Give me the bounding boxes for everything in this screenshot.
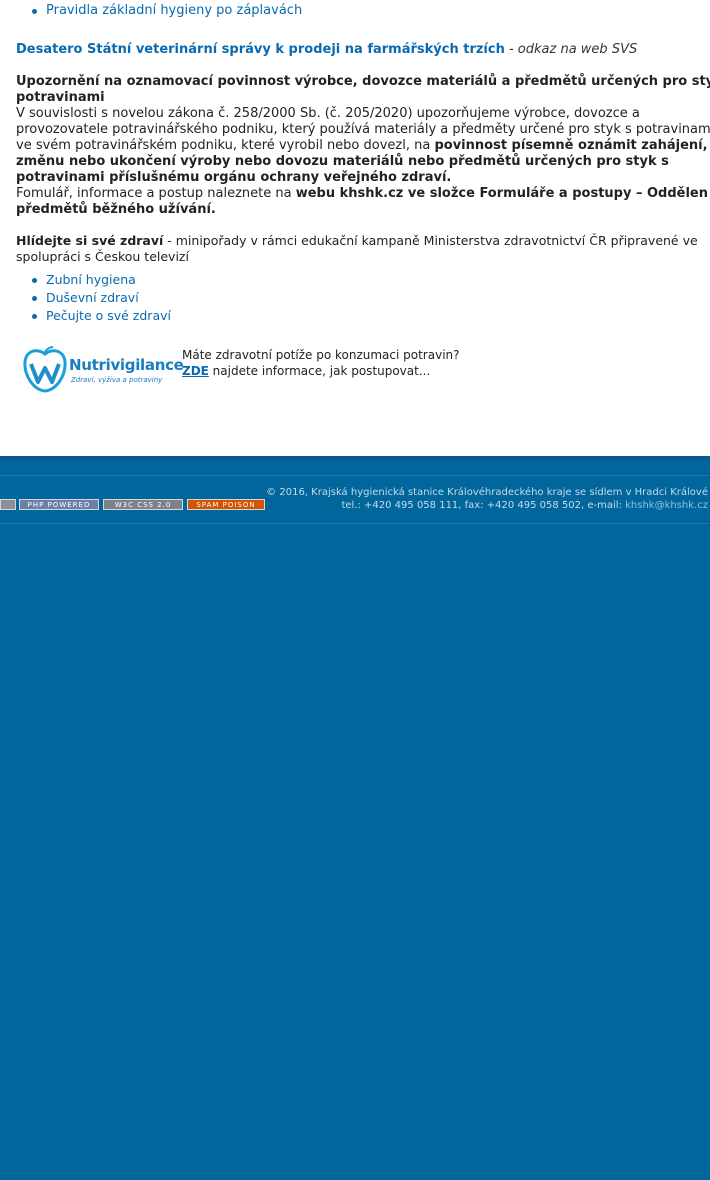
notice-form-text: Fomulář, informace a postup naleznete na [16, 186, 296, 201]
main-content: Pravidla základní hygieny po záplavách D… [0, 0, 710, 456]
link-hygiene-after-floods[interactable]: Pravidla základní hygieny po záplavách [46, 3, 302, 18]
health-line-2: spolupráci s Českou televizí [16, 249, 189, 264]
svs-suffix: - odkaz na web SVS [508, 42, 638, 57]
nutri-rest: najdete informace, jak postupovat... [208, 364, 431, 378]
notice-heading-1: Upozornění na oznamovací povinnost výrob… [16, 74, 710, 89]
footer-border [0, 456, 710, 460]
notice-text-5: potravinami příslušnému orgánu ochrany v… [16, 170, 452, 185]
badge-spam-label: SPAM POISON [196, 501, 256, 509]
nutri-info-line: ZDE najdete informace, jak postupovat... [182, 364, 430, 378]
health-desc: - minipořady v rámci edukační kampaně Mi… [163, 233, 698, 248]
svs-line: Desatero Státní veterinární správy k pro… [16, 42, 637, 57]
badge-php-powered[interactable]: PHP POWERED [19, 499, 99, 510]
link-zubni-hygiena[interactable]: Zubní hygiena [46, 272, 136, 287]
badge-css-label: W3C CSS 2.0 [114, 501, 172, 509]
link-pecujte-o-zdravi[interactable]: Pečujte o své zdraví [46, 308, 171, 323]
footer-divider [0, 475, 710, 476]
notice-text-3a: ve svém potravinářském podniku, které vy… [16, 138, 435, 153]
footer-contact-text: tel.: +420 495 058 111, fax: +420 495 05… [341, 500, 626, 511]
health-line-1: Hlídejte si své zdraví - minipořady v rá… [16, 233, 698, 248]
list-bullet [32, 278, 37, 283]
apple-w-icon [23, 346, 67, 393]
notice-text-3b: povinnost písemně oznámit zahájení, [434, 138, 708, 153]
logo-name: Nutrivigilance [69, 356, 184, 374]
notice-form-line-2: předmětů běžného užívání. [16, 202, 216, 217]
notice-form-line: Fomulář, informace a postup naleznete na… [16, 186, 708, 201]
list-bullet [32, 296, 37, 301]
nutri-zde-link[interactable]: ZDE [182, 364, 209, 378]
notice-text-1: V souvislosti s novelou zákona č. 258/20… [16, 106, 640, 121]
notice-form-link-text: webu khshk.cz ve složce Formuláře a post… [295, 186, 709, 201]
badge-w3c-css[interactable]: W3C CSS 2.0 [103, 499, 183, 510]
notice-heading-2: potravinami [16, 90, 105, 105]
footer-email-link[interactable]: khshk@khshk.cz [625, 500, 708, 511]
footer-info: © 2016, Krajská hygienická stanice Králo… [266, 486, 708, 512]
notice-text-2: provozovatele potravinářského podniku, k… [16, 122, 710, 137]
notice-text-3: ve svém potravinářském podniku, které vy… [16, 138, 708, 153]
nutrivigilance-logo[interactable]: Nutrivigilance Zdraví, výživa a potravin… [22, 346, 184, 396]
logo-tagline: Zdraví, výživa a potraviny [71, 376, 163, 384]
link-svs-desatero[interactable]: Desatero Státní veterinární správy k pro… [16, 42, 505, 57]
link-dusevni-zdravi[interactable]: Duševní zdraví [46, 290, 139, 305]
health-title: Hlídejte si své zdraví [16, 233, 164, 248]
nutri-question: Máte zdravotní potíže po konzumaci potra… [182, 348, 460, 362]
list-bullet [32, 314, 37, 319]
badge-spam-poison[interactable]: SPAM POISON [187, 499, 265, 510]
footer-copyright: © 2016, Krajská hygienická stanice Králo… [266, 487, 708, 498]
footer-divider [0, 523, 710, 524]
badge-partial[interactable] [0, 499, 16, 510]
notice-text-4: změnu nebo ukončení výroby nebo dovozu m… [16, 154, 669, 169]
footer-contact: tel.: +420 495 058 111, fax: +420 495 05… [266, 499, 708, 512]
list-bullet [32, 9, 37, 14]
badge-php-label: PHP POWERED [27, 501, 91, 509]
